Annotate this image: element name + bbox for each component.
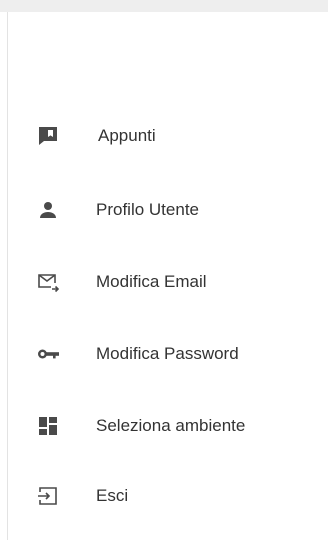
email-forward-icon bbox=[36, 270, 60, 294]
menu-item-modifica-password[interactable]: Modifica Password bbox=[0, 330, 328, 378]
menu-item-seleziona-ambiente[interactable]: Seleziona ambiente bbox=[0, 402, 328, 450]
menu-item-appunti[interactable]: Appunti bbox=[0, 112, 328, 160]
menu-item-profilo-utente[interactable]: Profilo Utente bbox=[0, 186, 328, 234]
side-menu: Appunti Profilo Utente Modifica Email Mo… bbox=[0, 0, 328, 540]
menu-item-label: Appunti bbox=[98, 126, 156, 145]
menu-item-label: Modifica Password bbox=[96, 344, 239, 363]
key-icon bbox=[36, 342, 60, 366]
menu-item-label: Esci bbox=[96, 486, 129, 505]
dashboard-icon bbox=[36, 414, 60, 438]
menu-item-esci[interactable]: Esci bbox=[0, 472, 328, 520]
menu-item-label: Modifica Email bbox=[96, 272, 207, 291]
menu-item-modifica-email[interactable]: Modifica Email bbox=[0, 258, 328, 306]
menu-item-label: Profilo Utente bbox=[96, 200, 199, 219]
logout-icon bbox=[36, 484, 60, 508]
menu-item-label: Seleziona ambiente bbox=[96, 416, 246, 435]
notes-icon bbox=[36, 124, 60, 148]
person-icon bbox=[36, 198, 60, 222]
